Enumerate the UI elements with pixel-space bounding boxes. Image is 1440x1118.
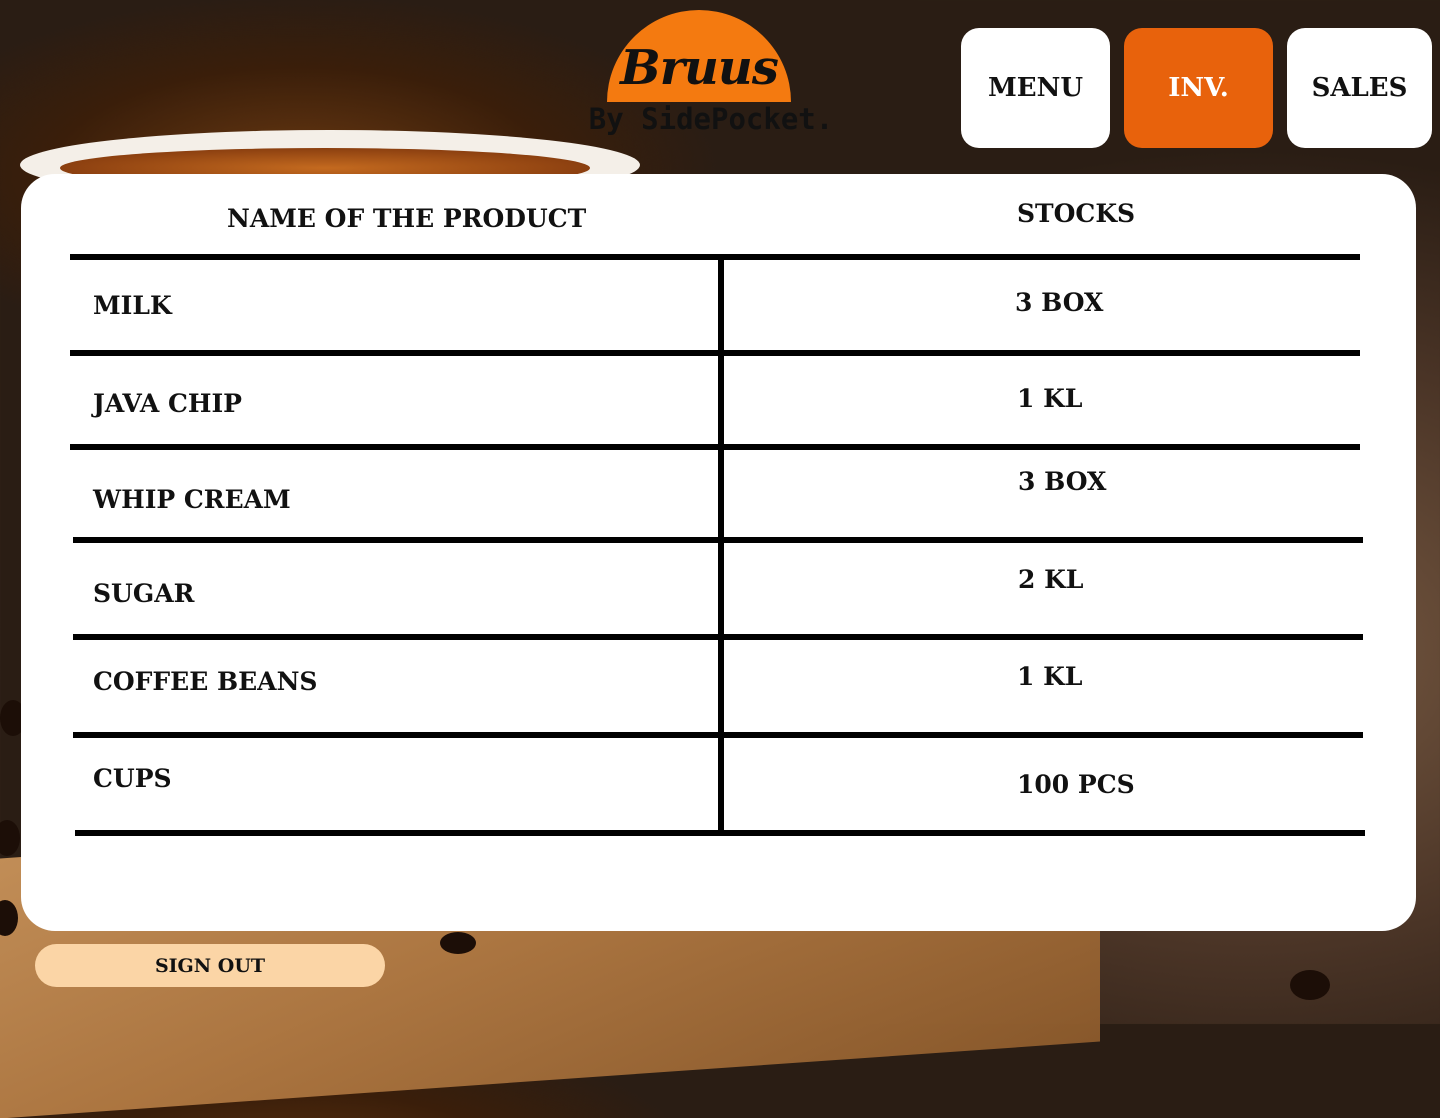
logo-wordmark: Bruus	[620, 40, 779, 96]
coffee-bean	[0, 820, 20, 856]
column-divider	[718, 260, 724, 836]
column-header-stocks: STOCKS	[1017, 199, 1136, 228]
table-rule	[70, 444, 1360, 450]
table-rule	[70, 254, 1360, 260]
stock-value: 3 BOX	[1018, 467, 1107, 496]
stock-value: 1 KL	[1017, 662, 1083, 691]
stock-value: 3 BOX	[1015, 288, 1104, 317]
stock-value: 2 KL	[1018, 565, 1084, 594]
inventory-panel: NAME OF THE PRODUCT STOCKS MILK 3 BOX JA…	[21, 174, 1416, 931]
product-name: CUPS	[93, 764, 172, 793]
stock-value: 1 KL	[1017, 384, 1083, 413]
sign-out-button[interactable]: SIGN OUT	[35, 944, 385, 987]
nav-menu-button[interactable]: MENU	[961, 28, 1110, 148]
coffee-bean	[1290, 970, 1330, 1000]
coffee-bean	[440, 932, 476, 954]
product-name: JAVA CHIP	[93, 389, 242, 418]
nav-sales-button[interactable]: SALES	[1287, 28, 1432, 148]
product-name: MILK	[93, 291, 172, 320]
nav-inventory-button[interactable]: INV.	[1124, 28, 1273, 148]
table-rule	[70, 350, 1360, 356]
column-header-product: NAME OF THE PRODUCT	[227, 204, 587, 233]
logo-tagline: By SidePocket.	[588, 102, 834, 136]
product-name: COFFEE BEANS	[93, 667, 318, 696]
stock-value: 100 PCS	[1017, 770, 1135, 799]
product-name: WHIP CREAM	[93, 485, 291, 514]
product-name: SUGAR	[93, 579, 195, 608]
brand-logo: Bruus By SidePocket.	[576, 10, 846, 140]
